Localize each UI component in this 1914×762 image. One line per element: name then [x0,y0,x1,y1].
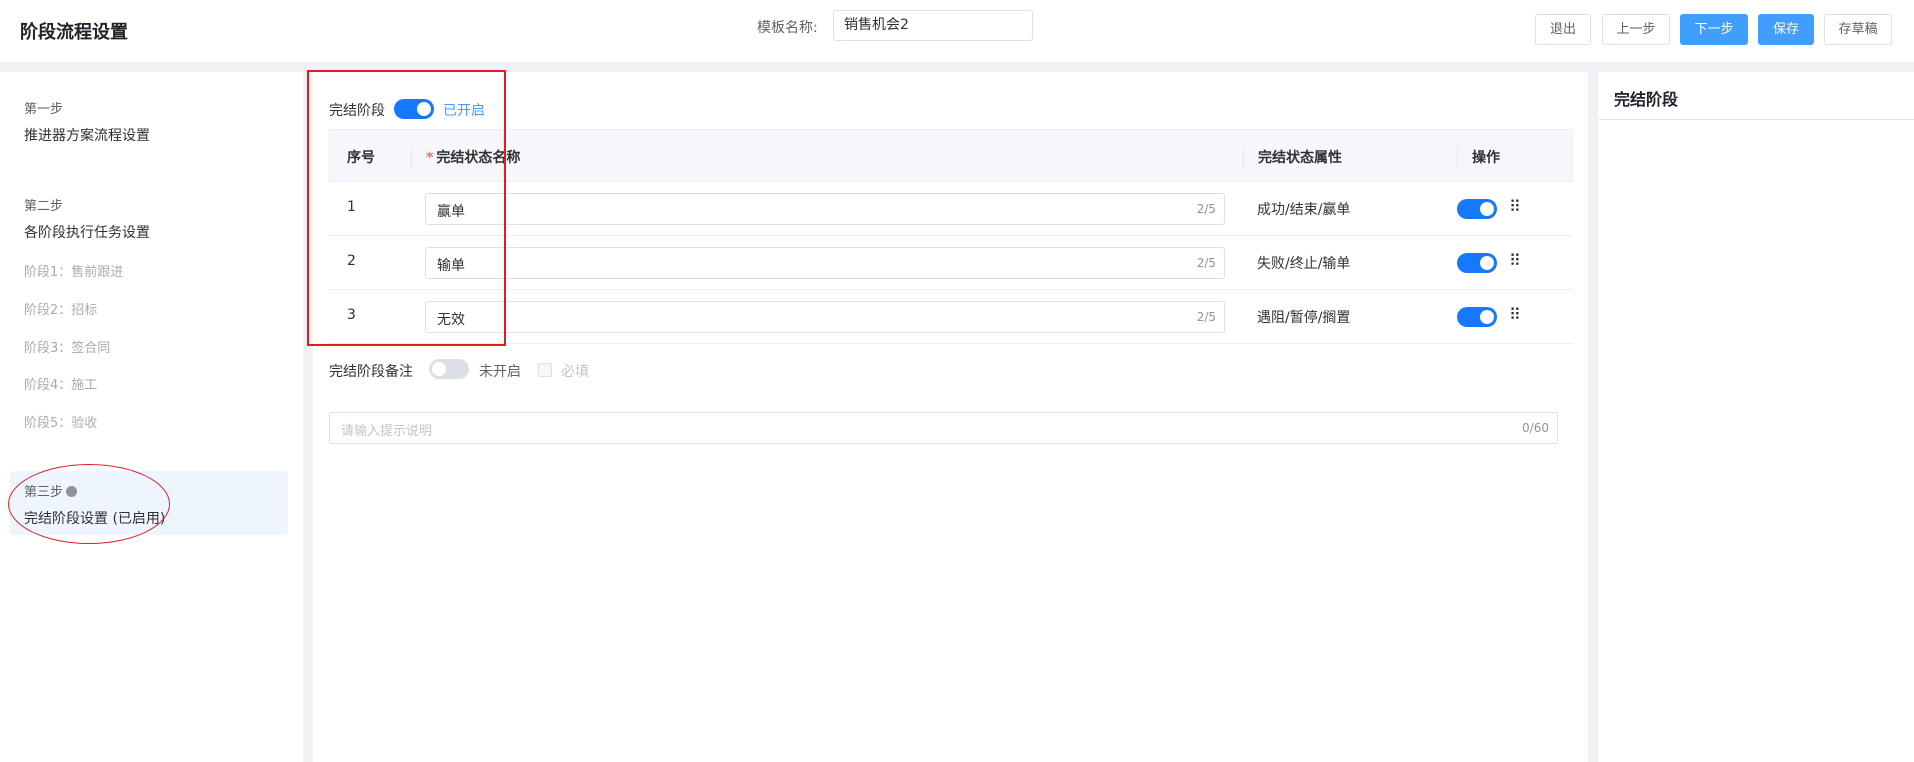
remark-status: 未开启 [479,364,521,380]
stage-item-1[interactable]: 阶段1：售前跟进 [24,261,123,280]
save-button[interactable]: 保存 [1758,14,1814,45]
table-header: 序号 * 完结状态名称 完结状态属性 操作 [329,129,1573,182]
top-header: 阶段流程设置 模板名称: 销售机会2 退出 上一步 下一步 保存 存草稿 [0,0,1914,62]
table-row: 2 输单 2/5 失败/终止/输单 ⠿ [329,236,1573,290]
char-count: 2/5 [1196,256,1216,270]
status-attr: 成功/结束/赢单 [1257,202,1351,218]
next-step-button[interactable]: 下一步 [1680,14,1748,45]
step1-title: 推进器方案流程设置 [24,128,150,144]
step2[interactable]: 第二步 各阶段执行任务设置 [24,195,150,242]
row-toggle[interactable] [1457,199,1497,219]
status-name-input[interactable]: 赢单 2/5 [425,193,1225,225]
annotation-rectangle [307,70,506,346]
hint-char-count: 0/60 [1522,421,1549,435]
exit-button[interactable]: 退出 [1535,14,1591,45]
status-attr: 遇阻/暂停/搁置 [1257,310,1351,326]
row-toggle[interactable] [1457,307,1497,327]
divider [1598,119,1914,120]
status-name-input[interactable]: 输单 2/5 [425,247,1225,279]
status-attr: 失败/终止/输单 [1257,256,1351,272]
stage-item-3[interactable]: 阶段3：签合同 [24,337,110,356]
stage-item-2[interactable]: 阶段2：招标 [24,299,97,318]
hint-input[interactable]: 请输入提示说明 0/60 [329,412,1558,444]
drag-handle-icon[interactable]: ⠿ [1509,307,1521,323]
page-title: 阶段流程设置 [20,22,128,43]
step1-label: 第一步 [24,102,64,117]
template-name-label: 模板名称: [757,20,818,36]
remark-toggle[interactable] [429,359,469,379]
prev-step-button[interactable]: 上一步 [1602,14,1670,45]
required-label: 必填 [561,364,589,380]
col-op: 操作 [1472,150,1500,166]
remark-label: 完结阶段备注 [329,364,413,380]
status-table: 序号 * 完结状态名称 完结状态属性 操作 1 赢单 2/5 成功/结束/赢单 ⠿… [329,129,1573,344]
steps-sidebar: 第一步 推进器方案流程设置 第二步 各阶段执行任务设置 阶段1：售前跟进 阶段2… [0,72,303,762]
header-divider [1243,146,1244,168]
hint-placeholder: 请输入提示说明 [341,424,433,439]
table-row: 1 赢单 2/5 成功/结束/赢单 ⠿ [329,182,1573,236]
annotation-ellipse [8,464,170,544]
drag-handle-icon[interactable]: ⠿ [1509,253,1521,269]
char-count: 2/5 [1196,310,1216,324]
row-toggle[interactable] [1457,253,1497,273]
required-checkbox[interactable] [538,363,552,377]
stage-item-4[interactable]: 阶段4：施工 [24,374,97,393]
right-panel-title: 完结阶段 [1614,90,1679,109]
step2-label: 第二步 [24,199,64,214]
header-divider [1457,146,1458,168]
drag-handle-icon[interactable]: ⠿ [1509,199,1521,215]
template-name-input[interactable]: 销售机会2 [833,10,1033,41]
save-draft-button[interactable]: 存草稿 [1824,14,1892,45]
step1[interactable]: 第一步 推进器方案流程设置 [24,98,150,145]
char-count: 2/5 [1196,202,1216,216]
col-attr: 完结状态属性 [1258,150,1342,166]
stage-item-5[interactable]: 阶段5：验收 [24,412,97,431]
table-row: 3 无效 2/5 遇阻/暂停/搁置 ⠿ [329,290,1573,344]
right-panel: 完结阶段 [1598,72,1914,762]
status-name-input[interactable]: 无效 2/5 [425,301,1225,333]
step2-title: 各阶段执行任务设置 [24,225,150,241]
